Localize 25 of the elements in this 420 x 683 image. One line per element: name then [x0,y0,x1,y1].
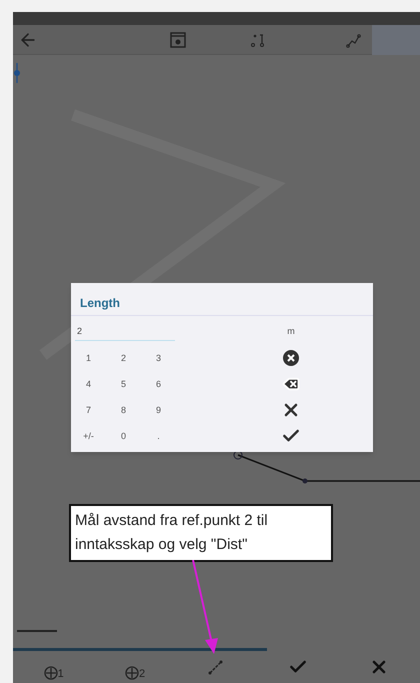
keypad-key[interactable]: 5 [106,372,141,398]
unit-label: m [287,325,295,338]
crosshair-circle-icon [125,666,140,680]
keypad-key[interactable]: . [141,424,176,450]
polyline-icon [346,32,362,48]
length-input-field[interactable]: 2 [75,321,175,341]
keypad-key[interactable]: 4 [71,372,106,398]
keypad-key[interactable]: +/- [71,424,106,450]
keypad-key[interactable]: 1 [71,346,106,372]
keypad-key[interactable]: 9 [141,398,176,424]
instruction-callout: Mål avstand fra ref.punkt 2 til inntaksskap og velg "Dist" [69,504,333,562]
points-icon [250,32,266,48]
keypad-key[interactable]: 2 [106,346,141,372]
measure-line-icon [208,659,224,675]
camera-window-icon [170,32,186,48]
scale-bar [17,630,57,632]
dialog-title: Length [71,283,373,316]
keypad-key[interactable]: 6 [141,372,176,398]
keypad-key[interactable]: 7 [71,398,106,424]
keypad-key[interactable]: 0 [106,424,141,450]
backspace-icon[interactable] [282,375,300,393]
clear-icon[interactable] [283,350,299,366]
keypad-key[interactable]: 8 [106,398,141,424]
keypad-key[interactable]: 3 [141,346,176,372]
crosshair-circle-icon [44,666,58,680]
